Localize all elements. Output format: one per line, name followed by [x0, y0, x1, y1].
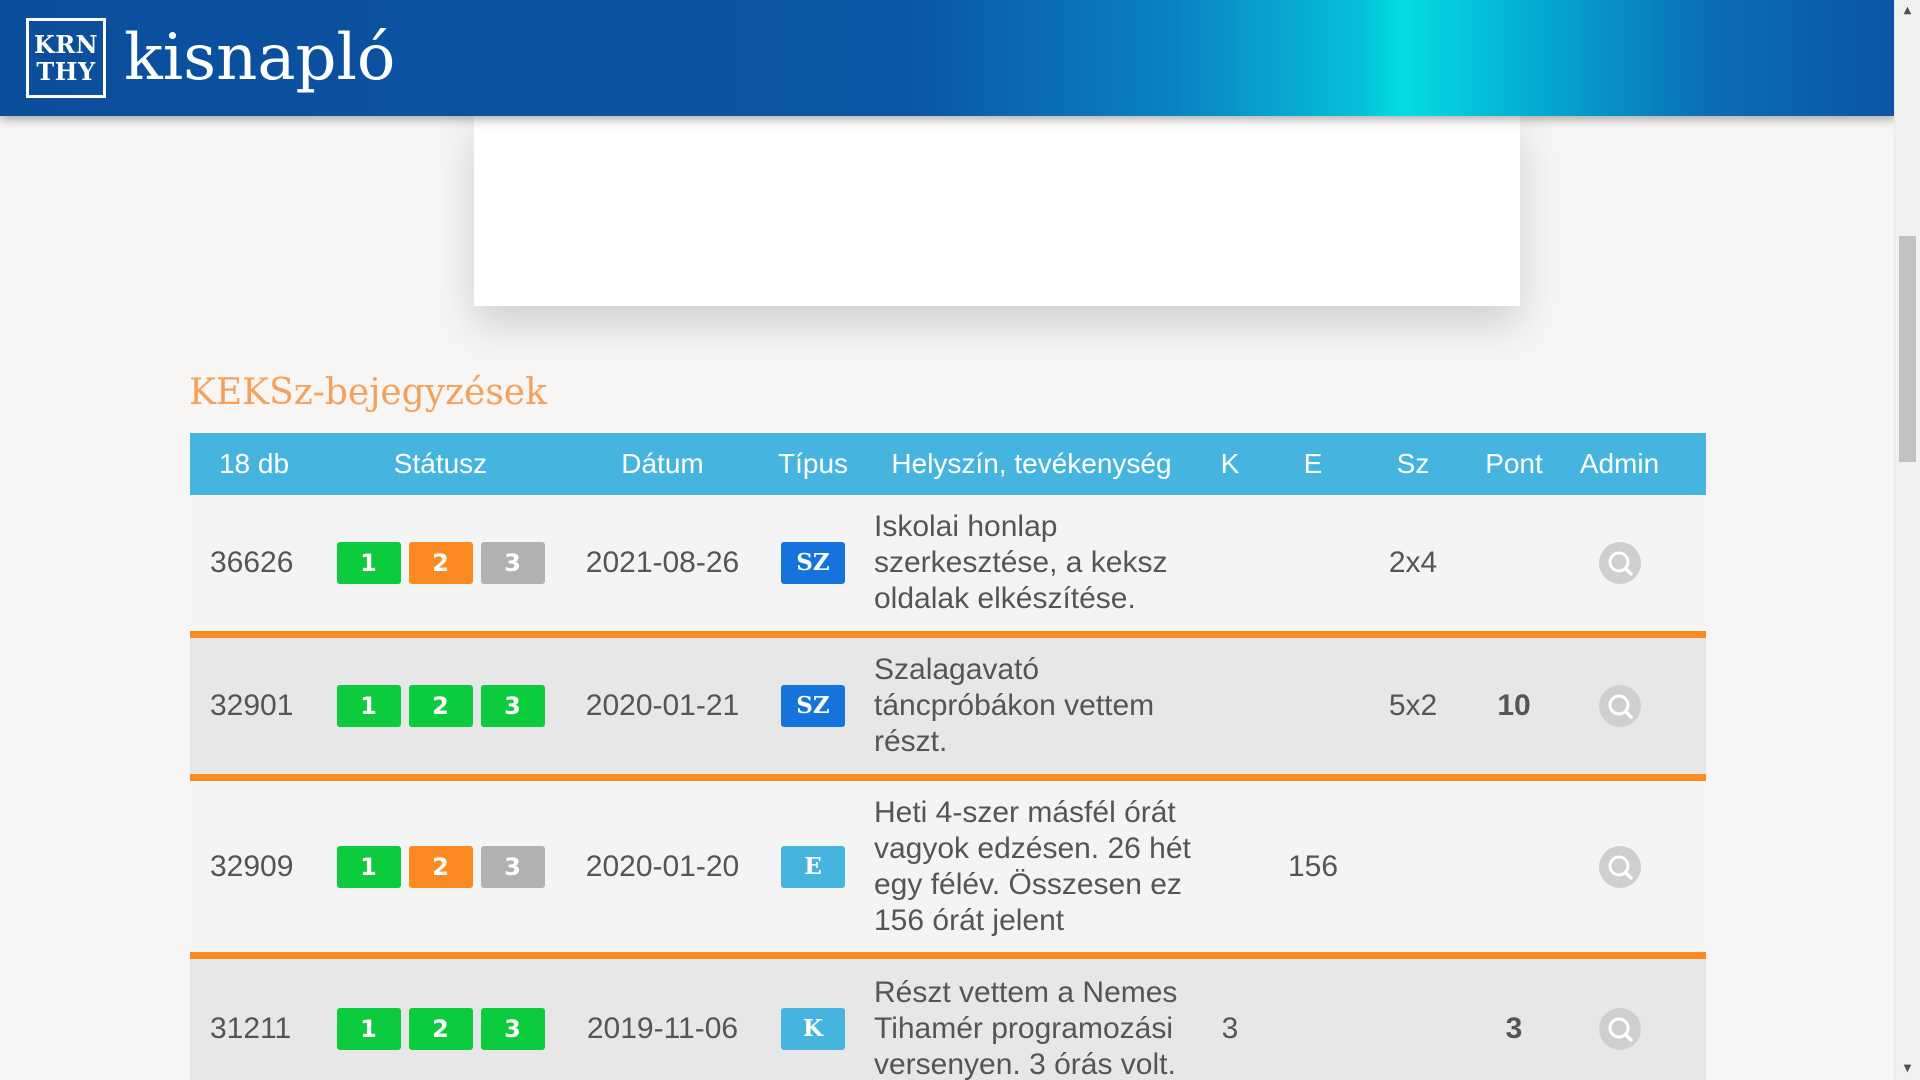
entry-description: Iskolai honlap szerkesztése, a keksz old… [874, 510, 1168, 615]
table-row: 32909 1 2 3 2020-01-20 E Heti 4-szer más… [190, 781, 1706, 959]
search-icon [1608, 551, 1633, 576]
status-badges: 1 2 3 [318, 845, 563, 888]
type-badge: SZ [781, 542, 845, 584]
entry-date: 2020-01-21 [585, 689, 740, 722]
entry-date: 2021-08-26 [585, 546, 740, 579]
status-badge-3: 3 [480, 685, 545, 727]
entry-description: Részt vettem a Nemes Tihamér programozás… [874, 976, 1178, 1080]
status-badges: 1 2 3 [318, 542, 563, 584]
admin-view-button[interactable] [1598, 542, 1641, 584]
column-header-admin: Admin [1579, 448, 1660, 479]
column-header-status: Státusz [393, 448, 488, 479]
status-badge-1: 1 [336, 542, 401, 584]
status-badge-3: 3 [480, 845, 545, 888]
logo-line-1: KRN [33, 30, 99, 59]
vertical-scrollbar[interactable]: ▲ ▼ [1894, 0, 1920, 1080]
search-icon [1608, 694, 1633, 719]
scrollbar-thumb[interactable] [1899, 236, 1916, 462]
admin-view-button[interactable] [1598, 845, 1641, 888]
type-badge: E [781, 845, 845, 888]
entry-sz: 2x4 [1388, 546, 1438, 579]
column-header-e: E [1303, 448, 1323, 479]
type-badge: K [781, 1008, 845, 1050]
scroll-down-arrow-icon[interactable]: ▼ [1895, 1058, 1920, 1080]
status-badge-1: 1 [336, 685, 401, 727]
type-badge: SZ [781, 685, 845, 727]
entry-points: 10 [1497, 689, 1531, 722]
entry-description: Heti 4-szer másfél órát vagyok edzésen. … [874, 795, 1191, 937]
column-header-sz: Sz [1396, 448, 1430, 479]
column-header-count: 18 db [218, 448, 290, 479]
column-header-date: Dátum [621, 448, 704, 479]
table-row: 32901 1 2 3 2020-01-21 SZ Szalagavató tá… [190, 638, 1706, 781]
status-badges: 1 2 3 [318, 685, 563, 727]
table-row: 31211 1 2 3 2019-11-06 K Részt vettem a … [190, 959, 1706, 1080]
column-header-activity: Helyszín, tevékenység [891, 448, 1172, 479]
entry-e: 156 [1287, 849, 1339, 883]
status-badge-3: 3 [480, 542, 545, 584]
entry-points: 3 [1505, 1012, 1523, 1045]
status-badge-2: 2 [408, 1008, 473, 1050]
krnthy-logo[interactable]: KRN THY [26, 18, 106, 98]
page: KRN THY kisnapló KEKSz-bejegyzések 18 db… [0, 0, 1920, 1080]
search-icon [1608, 855, 1633, 880]
column-header-k: K [1220, 448, 1240, 479]
table-header: 18 db Státusz Dátum Típus Helyszín, tevé… [190, 433, 1706, 495]
entry-id: 32901 [210, 689, 294, 722]
entry-id: 32909 [210, 849, 294, 883]
entry-date: 2020-01-20 [585, 849, 740, 883]
entries-table: 18 db Státusz Dátum Típus Helyszín, tevé… [190, 433, 1706, 1080]
status-badge-3: 3 [480, 1008, 545, 1050]
scroll-up-arrow-icon[interactable]: ▲ [1895, 0, 1920, 22]
column-header-type: Típus [777, 448, 849, 479]
table-row: 36626 1 2 3 2021-08-26 SZ Iskolai honlap… [190, 495, 1706, 638]
status-badge-2: 2 [408, 845, 473, 888]
entry-date: 2019-11-06 [586, 1012, 739, 1045]
status-badge-2: 2 [408, 542, 473, 584]
admin-view-button[interactable] [1598, 685, 1641, 727]
app-title[interactable]: kisnapló [124, 14, 395, 102]
content-card [474, 116, 1520, 306]
status-badge-2: 2 [408, 685, 473, 727]
status-badges: 1 2 3 [318, 1008, 563, 1050]
entry-description: Szalagavató táncpróbákon vettem részt. [874, 653, 1155, 758]
status-badge-1: 1 [336, 845, 401, 888]
top-navbar: KRN THY kisnapló [0, 0, 1895, 116]
status-badge-1: 1 [336, 1008, 401, 1050]
entry-k: 3 [1221, 1012, 1239, 1045]
section-title: KEKSz-bejegyzések [189, 372, 547, 413]
entry-id: 36626 [210, 546, 294, 579]
entry-id: 31211 [210, 1012, 292, 1045]
search-icon [1608, 1017, 1633, 1042]
entry-sz: 5x2 [1388, 689, 1438, 722]
logo-line-2: THY [36, 57, 96, 86]
column-header-points: Pont [1485, 448, 1543, 479]
admin-view-button[interactable] [1598, 1008, 1641, 1050]
